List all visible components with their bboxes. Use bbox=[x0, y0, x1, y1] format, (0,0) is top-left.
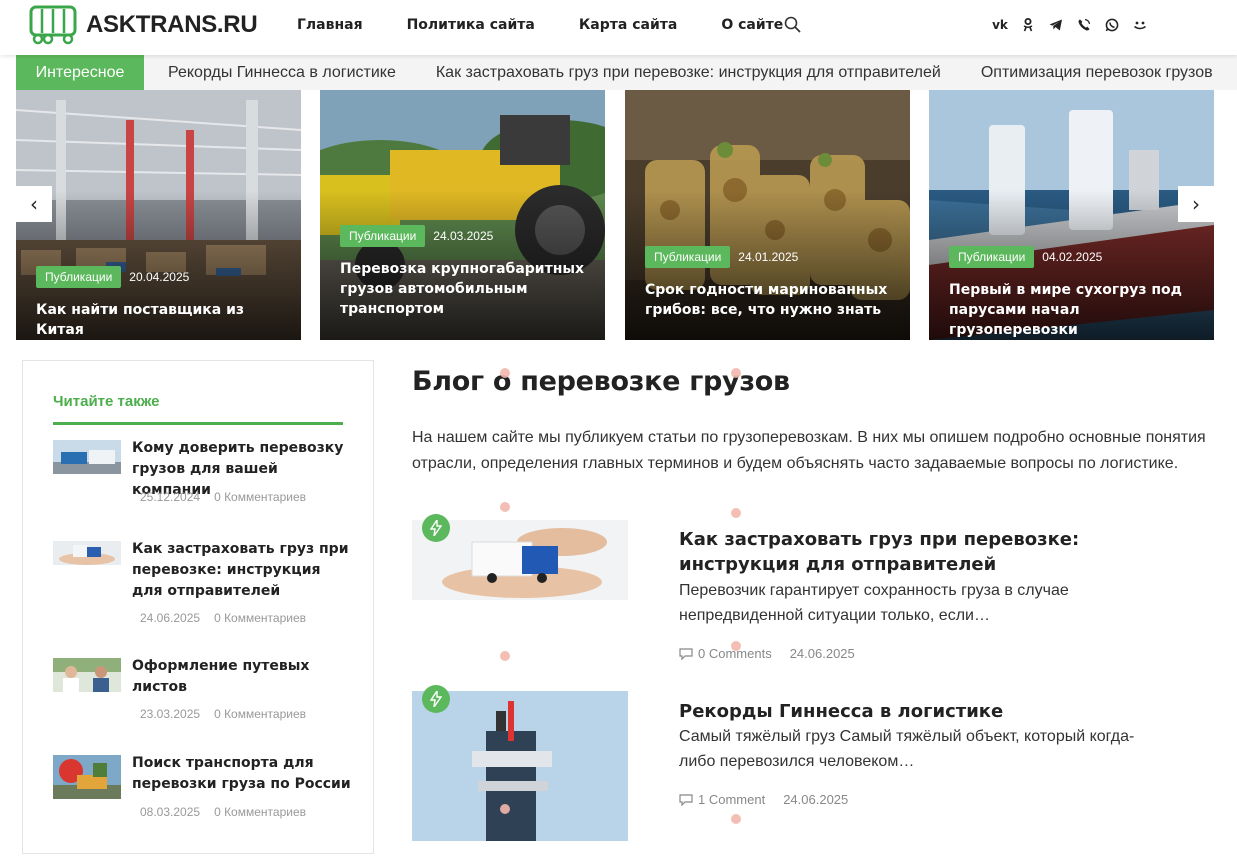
ticker-item[interactable]: Оптимизация перевозок грузов bbox=[981, 64, 1213, 82]
site-logo[interactable]: ASKTRANS.RU bbox=[28, 5, 258, 45]
main-nav: Главная Политика сайта Карта сайта О сай… bbox=[297, 17, 827, 33]
sidebar-post-title[interactable]: Оформление путевых листов bbox=[132, 656, 352, 698]
ticker-item[interactable]: Как застраховать груз при перевозке: инс… bbox=[436, 64, 941, 82]
watermark-dot bbox=[731, 508, 741, 518]
watermark-dot bbox=[731, 641, 741, 651]
ok-icon[interactable] bbox=[1021, 17, 1035, 33]
nav-about[interactable]: О сайте bbox=[721, 17, 783, 33]
truck-logo-icon bbox=[29, 5, 77, 45]
slide-title[interactable]: Срок годности маринованных грибов: все, … bbox=[645, 280, 896, 320]
page-intro: На нашем сайте мы публикуем статьи по гр… bbox=[412, 429, 1206, 472]
category-badge[interactable]: Публикации bbox=[645, 246, 731, 268]
lightning-icon bbox=[422, 514, 450, 542]
viber-icon[interactable] bbox=[1077, 17, 1091, 33]
russia-transport-thumbnail bbox=[53, 755, 121, 799]
post-date: 25.12.2024 bbox=[140, 490, 201, 504]
slider-prev-button[interactable]: ‹ bbox=[16, 186, 52, 222]
nav-home[interactable]: Главная bbox=[297, 17, 363, 33]
sidebar-post-title[interactable]: Как застраховать груз при перевозке: инс… bbox=[132, 539, 352, 602]
category-badge[interactable]: Публикации bbox=[340, 225, 426, 247]
oil-platform-image bbox=[412, 691, 628, 841]
slide-card[interactable]: Публикации 24.01.2025 Срок годности мари… bbox=[625, 90, 910, 340]
post-title[interactable]: Рекорды Гиннесса в логистике bbox=[679, 699, 1119, 724]
vk-icon[interactable]: vk bbox=[992, 17, 1008, 33]
post-comments[interactable]: 0 Комментариев bbox=[214, 490, 306, 504]
waybill-thumbnail bbox=[53, 658, 121, 692]
post-date: 24.06.2025 bbox=[783, 792, 849, 807]
yandex-zen-icon[interactable] bbox=[1133, 17, 1147, 33]
sidebar-title: Читайте также bbox=[53, 393, 160, 410]
watermark-dot bbox=[500, 804, 510, 814]
search-icon[interactable] bbox=[784, 16, 802, 38]
featured-slider: ‹ › Публикации 20.04.2025 Как найти пост… bbox=[16, 90, 1237, 340]
whatsapp-icon[interactable] bbox=[1105, 17, 1119, 33]
watermark-dot bbox=[500, 651, 510, 661]
post-comments[interactable]: 0 Комментариев bbox=[214, 805, 306, 819]
category-badge[interactable]: Публикации bbox=[949, 246, 1035, 268]
watermark-dot bbox=[500, 502, 510, 512]
slide-card[interactable]: Публикации 04.02.2025 Первый в мире сухо… bbox=[929, 90, 1214, 340]
sidebar-post-title[interactable]: Поиск транспорта для перевозки груза по … bbox=[132, 753, 352, 795]
logo-text: ASKTRANS.RU bbox=[86, 11, 258, 38]
post-comments[interactable]: 0 Комментариев bbox=[214, 707, 306, 721]
insurance-thumbnail bbox=[53, 541, 121, 565]
slide-date: 24.03.2025 bbox=[433, 229, 494, 243]
watermark-dot bbox=[731, 368, 741, 378]
slider-next-button[interactable]: › bbox=[1178, 186, 1214, 222]
comment-icon bbox=[679, 647, 693, 660]
slide-title[interactable]: Как найти поставщика из Китая bbox=[36, 300, 287, 340]
sidebar-read-also: Читайте также Кому доверить перевозку гр… bbox=[22, 360, 374, 854]
slide-date: 20.04.2025 bbox=[129, 270, 190, 284]
ticker-item[interactable]: Рекорды Гиннесса в логистике bbox=[168, 64, 396, 82]
watermark-dot bbox=[731, 814, 741, 824]
slide-card[interactable]: Публикации 24.03.2025 Перевозка крупнога… bbox=[320, 90, 605, 340]
slide-date: 24.01.2025 bbox=[738, 250, 799, 264]
comment-icon bbox=[679, 793, 693, 806]
post-date: 24.06.2025 bbox=[789, 646, 855, 661]
nav-policy[interactable]: Политика сайта bbox=[407, 17, 535, 33]
nav-sitemap[interactable]: Карта сайта bbox=[579, 17, 677, 33]
post-date: 23.03.2025 bbox=[140, 707, 201, 721]
social-links: vk bbox=[992, 17, 1161, 33]
category-badge[interactable]: Публикации bbox=[36, 266, 122, 288]
lightning-icon bbox=[422, 685, 450, 713]
post-title[interactable]: Как застраховать груз при перевозке: инс… bbox=[679, 527, 1119, 577]
post-excerpt: Перевозчик гарантирует сохранность груза… bbox=[679, 582, 1069, 624]
slide-card[interactable]: Публикации 20.04.2025 Как найти поставщи… bbox=[16, 90, 301, 340]
telegram-icon[interactable] bbox=[1049, 17, 1063, 33]
slide-date: 04.02.2025 bbox=[1042, 250, 1103, 264]
watermark-dot bbox=[500, 368, 510, 378]
post-comments[interactable]: 0 Комментариев bbox=[214, 611, 306, 625]
post-date: 08.03.2025 bbox=[140, 805, 201, 819]
post-excerpt: Самый тяжёлый груз Самый тяжёлый объект,… bbox=[679, 728, 1135, 770]
news-ticker: Интересное Рекорды Гиннесса в логистике … bbox=[16, 55, 1237, 90]
slide-title[interactable]: Перевозка крупногабаритных грузов автомо… bbox=[340, 259, 591, 319]
ticker-label: Интересное bbox=[16, 55, 144, 90]
slide-title[interactable]: Первый в мире сухогруз под парусами нача… bbox=[949, 280, 1200, 340]
post-date: 24.06.2025 bbox=[140, 611, 201, 625]
trucks-thumbnail bbox=[53, 440, 121, 474]
site-header: ASKTRANS.RU Главная Политика сайта Карта… bbox=[0, 0, 1237, 55]
post-comments[interactable]: 1 Comment bbox=[698, 792, 765, 807]
